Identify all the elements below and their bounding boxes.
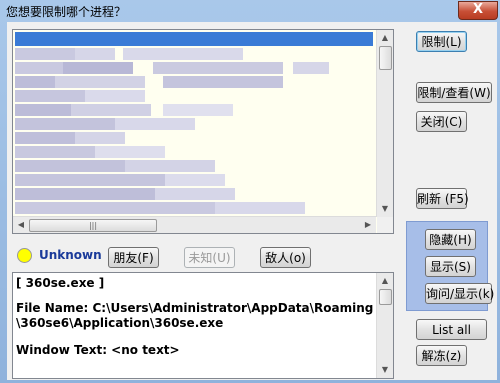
details-line: Window Text: <no text> <box>16 343 180 357</box>
scroll-corner <box>377 217 393 233</box>
close-button[interactable]: 关闭(C) <box>416 111 467 132</box>
list-all-button[interactable]: List all <box>416 319 487 340</box>
details-vertical-scrollbar[interactable]: ▲ ▼ <box>376 273 393 378</box>
details-line: File Name: C:\Users\Administrator\AppDat… <box>16 301 374 315</box>
scroll-up-icon[interactable]: ▲ <box>377 30 393 46</box>
process-list-horizontal-scrollbar[interactable]: ◀ ||| ▶ <box>13 216 376 233</box>
enemy-button[interactable]: 敌人(o) <box>260 247 311 268</box>
details-line: \360se6\Application\360se.exe <box>16 316 224 330</box>
scroll-up-icon[interactable]: ▲ <box>377 273 393 289</box>
unknown-button[interactable]: 未知(U) <box>184 247 235 268</box>
scroll-left-icon[interactable]: ◀ <box>13 217 29 233</box>
scroll-thumb[interactable] <box>379 46 392 70</box>
pixelated-process-entries <box>13 30 375 220</box>
status-indicator-icon <box>17 248 32 263</box>
scroll-right-icon[interactable]: ▶ <box>360 217 376 233</box>
refresh-button[interactable]: 刷新 (F5) <box>416 188 469 209</box>
restrict-view-button[interactable]: 限制/查看(W) <box>416 82 492 103</box>
details-line: [ 360se.exe ] <box>16 276 105 290</box>
unfreeze-button[interactable]: 解冻(z) <box>416 345 467 366</box>
dialog-client-area: ▲ ▼ ◀ ||| ▶ Unknown 朋友(F) 未知(U) 敌人(o) [ … <box>7 22 497 380</box>
title-bar: 您想要限制哪个进程？ X <box>0 0 500 22</box>
scroll-down-icon[interactable]: ▼ <box>377 362 393 378</box>
process-status-label: Unknown <box>39 248 102 262</box>
process-list[interactable]: ▲ ▼ ◀ ||| ▶ <box>12 29 394 234</box>
ask-show-button[interactable]: 询问/显示(k) <box>425 283 494 304</box>
restrict-process-dialog: 您想要限制哪个进程？ X ▲ ▼ ◀ ||| ▶ Unknown 朋友(F) 未… <box>0 0 500 383</box>
close-window-button[interactable]: X <box>458 1 498 20</box>
scroll-down-icon[interactable]: ▼ <box>377 201 393 217</box>
restrict-button[interactable]: 限制(L) <box>416 31 467 52</box>
window-title: 您想要限制哪个进程？ <box>6 5 127 19</box>
friend-button[interactable]: 朋友(F) <box>108 247 159 268</box>
process-details-box[interactable]: [ 360se.exe ] File Name: C:\Users\Admini… <box>12 272 394 379</box>
process-list-vertical-scrollbar[interactable]: ▲ ▼ <box>376 30 393 217</box>
hide-button[interactable]: 隐藏(H) <box>425 229 476 250</box>
scroll-thumb[interactable] <box>379 289 392 305</box>
show-button[interactable]: 显示(S) <box>425 256 476 277</box>
horizontal-scroll-thumb[interactable]: ||| <box>29 219 157 232</box>
